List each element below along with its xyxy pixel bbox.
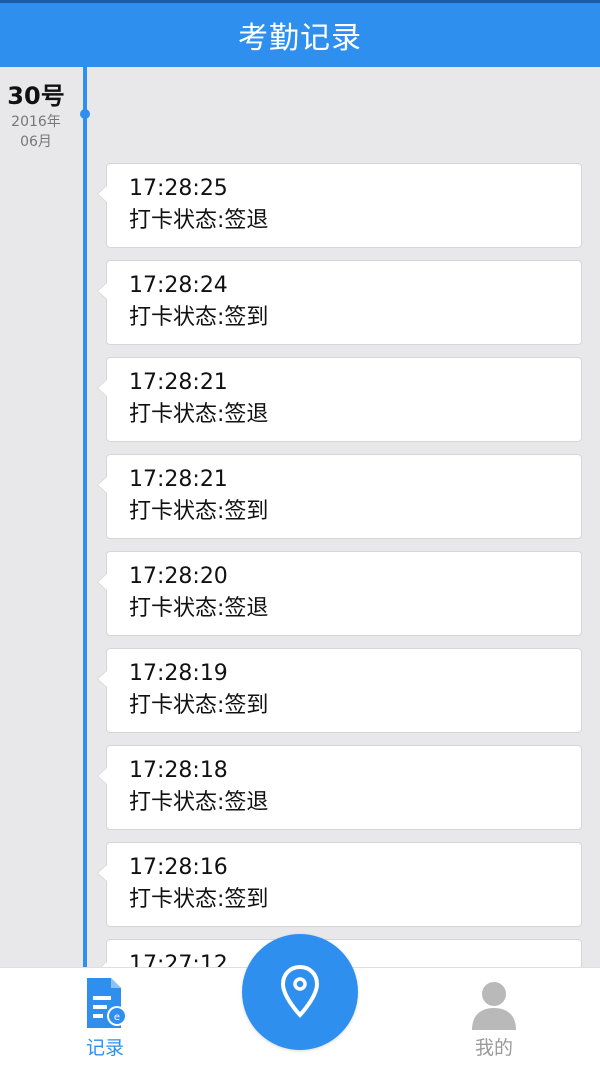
record-time: 17:28:21 <box>129 467 228 492</box>
user-avatar-icon <box>472 982 516 1030</box>
tab-mine-label: 我的 <box>474 1037 513 1059</box>
record-card[interactable]: 17:28:16 打卡状态:签到 <box>97 842 582 927</box>
record-card[interactable]: 17:28:19 打卡状态:签到 <box>97 648 582 733</box>
record-card[interactable]: 17:28:21 打卡状态:签到 <box>97 454 582 539</box>
timeline-line <box>83 67 87 967</box>
date-month: 06月 <box>20 134 52 150</box>
record-list: 17:28:25 打卡状态:签退 17:28:24 打卡状态:签到 17:28:… <box>97 163 582 1036</box>
tab-records[interactable]: e 记录 <box>45 974 165 1060</box>
attendance-app: 考勤记录 30号 2016年 06月 17:28:25 打卡状态:签退 17:2… <box>0 0 600 1067</box>
record-status: 打卡状态:签退 <box>129 402 269 427</box>
record-time: 17:28:21 <box>129 370 228 395</box>
record-status: 打卡状态:签到 <box>129 887 269 912</box>
header-bar: 考勤记录 <box>0 0 600 67</box>
locate-button[interactable] <box>242 934 358 1050</box>
tab-mine[interactable]: 我的 <box>434 974 554 1060</box>
date-day: 30号 <box>7 82 65 110</box>
record-status: 打卡状态:签退 <box>129 208 269 233</box>
page-title: 考勤记录 <box>238 21 362 56</box>
record-time: 17:28:18 <box>129 758 228 783</box>
record-status: 打卡状态:签到 <box>129 305 269 330</box>
record-time: 17:28:25 <box>129 176 228 201</box>
record-time: 17:28:19 <box>129 661 228 686</box>
record-status: 打卡状态:签到 <box>129 499 269 524</box>
record-time: 17:28:24 <box>129 273 228 298</box>
date-marker: 30号 2016年 06月 <box>0 80 72 152</box>
record-status: 打卡状态:签退 <box>129 790 269 815</box>
timeline-dot <box>80 109 90 119</box>
record-time: 17:28:20 <box>129 564 228 589</box>
document-icon: e <box>87 978 127 1028</box>
record-status: 打卡状态:签退 <box>129 596 269 621</box>
tab-records-label: 记录 <box>85 1037 124 1059</box>
record-card[interactable]: 17:28:18 打卡状态:签退 <box>97 745 582 830</box>
record-card[interactable]: 17:28:24 打卡状态:签到 <box>97 260 582 345</box>
record-card[interactable]: 17:28:25 打卡状态:签退 <box>97 163 582 248</box>
svg-text:e: e <box>114 1012 120 1023</box>
record-card[interactable]: 17:28:21 打卡状态:签退 <box>97 357 582 442</box>
record-time: 17:28:16 <box>129 855 228 880</box>
record-card[interactable]: 17:28:20 打卡状态:签退 <box>97 551 582 636</box>
date-year: 2016年 <box>11 114 61 130</box>
location-pin-icon <box>280 965 320 1018</box>
record-status: 打卡状态:签到 <box>129 693 269 718</box>
